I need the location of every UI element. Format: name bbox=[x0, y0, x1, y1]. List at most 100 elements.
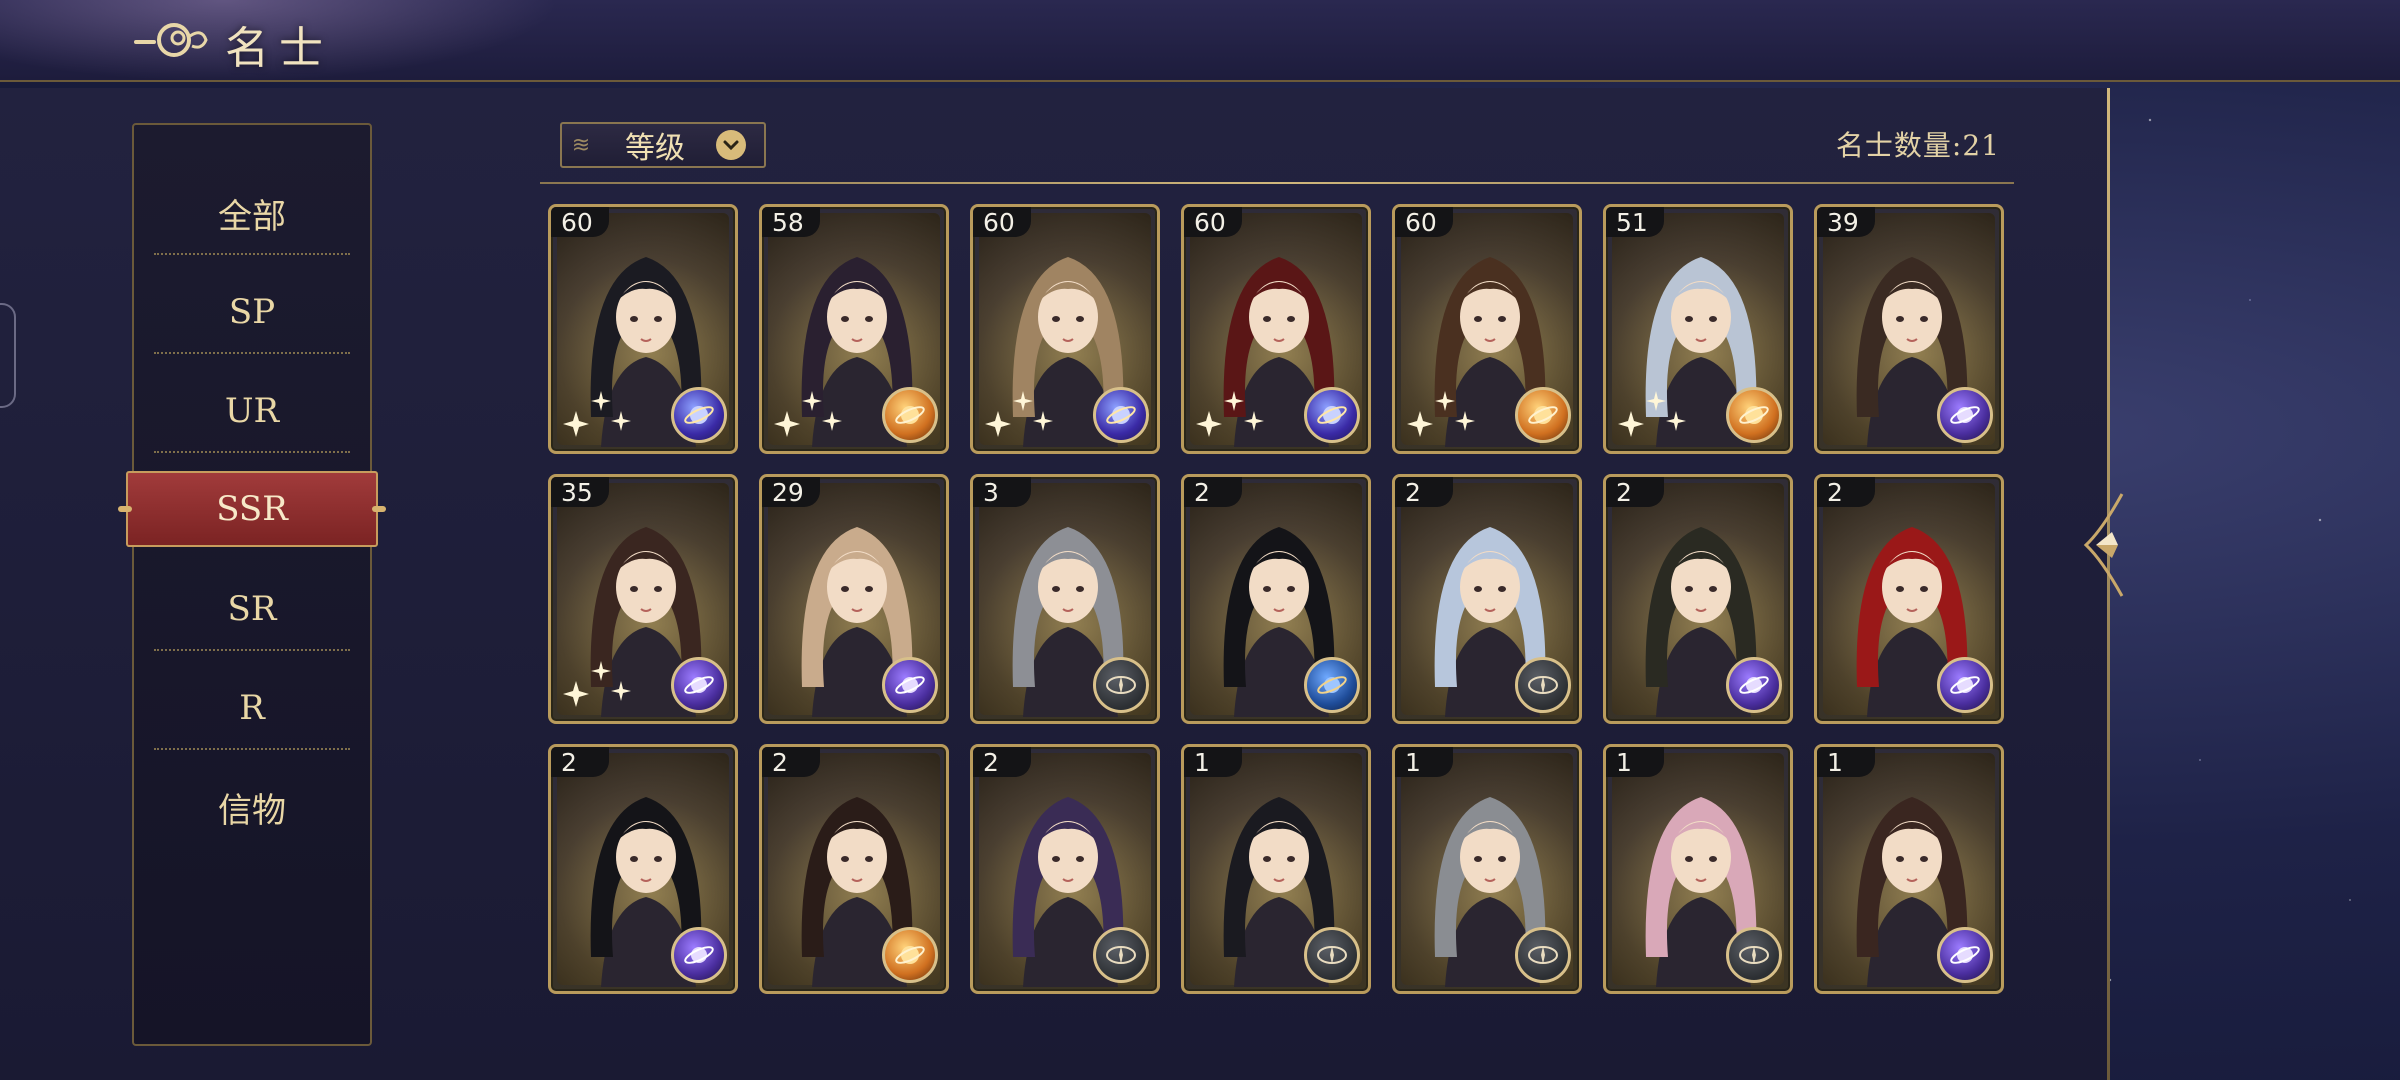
compass-element-icon bbox=[1726, 927, 1782, 983]
hero-card[interactable]: 1 bbox=[1814, 744, 2004, 994]
hero-card[interactable]: 1 bbox=[1181, 744, 1371, 994]
fire-element-icon bbox=[882, 387, 938, 443]
hero-count-value: 21 bbox=[1962, 129, 2000, 162]
sidebar-item-ssr[interactable]: SSR bbox=[118, 471, 386, 547]
level-badge: 60 bbox=[551, 207, 609, 237]
hero-card[interactable]: 2 bbox=[1814, 474, 2004, 724]
header-divider bbox=[540, 182, 2014, 184]
saturn-element-icon bbox=[882, 657, 938, 713]
divider bbox=[154, 352, 350, 354]
hero-card[interactable]: 1 bbox=[1603, 744, 1793, 994]
level-badge: 3 bbox=[973, 477, 1031, 507]
sparkle-icon bbox=[1196, 391, 1264, 437]
level-badge: 60 bbox=[973, 207, 1031, 237]
sidebar-item-keepsake[interactable]: 信物 bbox=[134, 767, 370, 847]
left-edge-tab[interactable] bbox=[0, 303, 16, 408]
top-header: 名士 bbox=[0, 0, 2400, 82]
hero-card[interactable]: 2 bbox=[759, 744, 949, 994]
hero-card[interactable]: 29 bbox=[759, 474, 949, 724]
hero-card[interactable]: 2 bbox=[548, 744, 738, 994]
compass-element-icon bbox=[1515, 657, 1571, 713]
fire-element-icon bbox=[1515, 387, 1571, 443]
ornament-icon: ≋ bbox=[571, 132, 591, 158]
saturn-element-icon bbox=[1726, 657, 1782, 713]
hero-card[interactable]: 3 bbox=[970, 474, 1160, 724]
sidebar-item-label: SP bbox=[228, 292, 276, 332]
level-badge: 1 bbox=[1184, 747, 1242, 777]
level-badge: 58 bbox=[762, 207, 820, 237]
level-badge: 1 bbox=[1395, 747, 1453, 777]
hero-card[interactable]: 2 bbox=[970, 744, 1160, 994]
level-badge: 2 bbox=[1184, 477, 1242, 507]
compass-element-icon bbox=[1515, 927, 1571, 983]
hero-card[interactable]: 60 bbox=[970, 204, 1160, 454]
star-element-icon bbox=[1093, 387, 1149, 443]
active-marker-right bbox=[372, 506, 386, 512]
sidebar-item-label: UR bbox=[224, 391, 280, 431]
divider bbox=[154, 649, 350, 651]
star-element-icon bbox=[1304, 387, 1360, 443]
page-title: 名士 bbox=[225, 23, 333, 74]
hero-card[interactable]: 1 bbox=[1392, 744, 1582, 994]
fire-element-icon bbox=[1726, 387, 1782, 443]
hero-card[interactable]: 39 bbox=[1814, 204, 2004, 454]
hero-card[interactable]: 35 bbox=[548, 474, 738, 724]
hero-count-label: 名士数量: bbox=[1835, 129, 1963, 162]
sidebar-item-sp[interactable]: SP bbox=[134, 272, 370, 352]
hero-card[interactable]: 2 bbox=[1392, 474, 1582, 724]
level-badge: 1 bbox=[1817, 747, 1875, 777]
hero-card[interactable]: 60 bbox=[1181, 204, 1371, 454]
hero-card[interactable]: 51 bbox=[1603, 204, 1793, 454]
level-badge: 60 bbox=[1395, 207, 1453, 237]
hero-count: 名士数量:21 bbox=[1836, 124, 2000, 164]
hero-card[interactable]: 2 bbox=[1603, 474, 1793, 724]
blue-element-icon bbox=[1304, 657, 1360, 713]
sort-label: 等级 bbox=[625, 131, 685, 166]
saturn-element-icon bbox=[671, 657, 727, 713]
divider bbox=[154, 748, 350, 750]
level-badge: 2 bbox=[1606, 477, 1664, 507]
level-badge: 29 bbox=[762, 477, 820, 507]
chevron-down-icon bbox=[716, 130, 746, 160]
level-badge: 2 bbox=[1395, 477, 1453, 507]
compass-element-icon bbox=[1093, 657, 1149, 713]
level-badge: 2 bbox=[762, 747, 820, 777]
sidebar-item-ur[interactable]: UR bbox=[134, 371, 370, 451]
divider bbox=[154, 253, 350, 255]
level-badge: 2 bbox=[1817, 477, 1875, 507]
hero-card[interactable]: 60 bbox=[1392, 204, 1582, 454]
level-badge: 1 bbox=[1606, 747, 1664, 777]
sparkle-icon bbox=[774, 391, 842, 437]
saturn-element-icon bbox=[1937, 387, 1993, 443]
sidebar-item-label: SR bbox=[227, 589, 277, 629]
sparkle-icon bbox=[1407, 391, 1475, 437]
hero-card[interactable]: 2 bbox=[1181, 474, 1371, 724]
star-element-icon bbox=[671, 387, 727, 443]
cloud-emblem-icon bbox=[134, 23, 208, 57]
hero-card[interactable]: 58 bbox=[759, 204, 949, 454]
level-badge: 35 bbox=[551, 477, 609, 507]
saturn-element-icon bbox=[1937, 657, 1993, 713]
sparkle-icon bbox=[563, 391, 631, 437]
sparkle-icon bbox=[1618, 391, 1686, 437]
fire-element-icon bbox=[882, 927, 938, 983]
rarity-sidebar: 全部 SP UR SSR SR R 信物 bbox=[118, 123, 386, 1046]
active-marker-left bbox=[118, 506, 132, 512]
sidebar-item-sr[interactable]: SR bbox=[134, 569, 370, 649]
sort-dropdown[interactable]: ≋ 等级 bbox=[560, 122, 766, 168]
level-badge: 39 bbox=[1817, 207, 1875, 237]
sidebar-item-label: SSR bbox=[216, 489, 288, 529]
level-badge: 2 bbox=[551, 747, 609, 777]
compass-element-icon bbox=[1093, 927, 1149, 983]
sidebar-item-label: R bbox=[239, 688, 265, 728]
sidebar-item-all[interactable]: 全部 bbox=[134, 173, 370, 253]
sidebar-item-r[interactable]: R bbox=[134, 668, 370, 748]
sparkle-icon bbox=[985, 391, 1053, 437]
hero-card[interactable]: 60 bbox=[548, 204, 738, 454]
collapse-arrow-icon[interactable] bbox=[2082, 490, 2126, 600]
compass-element-icon bbox=[1304, 927, 1360, 983]
sparkle-icon bbox=[563, 661, 631, 707]
saturn-element-icon bbox=[1937, 927, 1993, 983]
sidebar-item-label: 全部 bbox=[218, 196, 286, 237]
divider bbox=[154, 451, 350, 453]
